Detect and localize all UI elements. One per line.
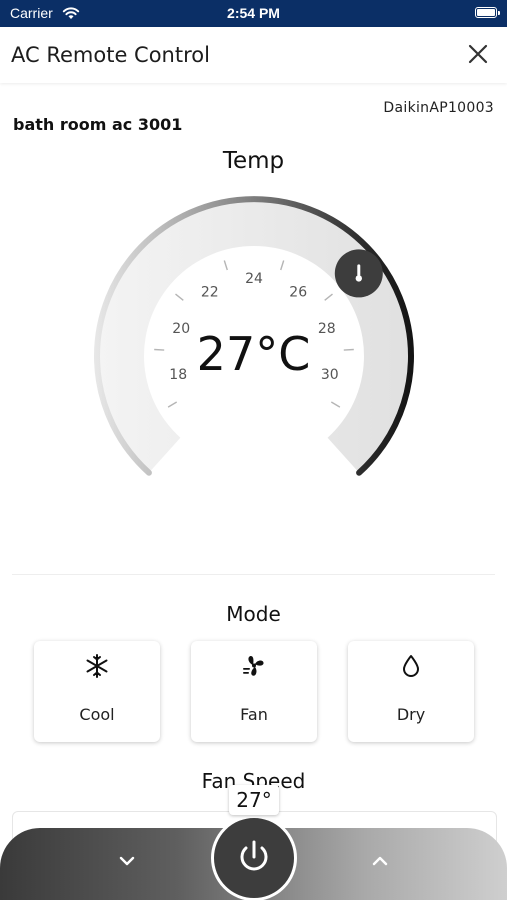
- dial-tick: [324, 293, 333, 301]
- snowflake-icon: [34, 653, 160, 679]
- dial-tick: [223, 260, 228, 271]
- temp-title: Temp: [222, 148, 285, 174]
- mode-cool-button[interactable]: Cool: [34, 641, 160, 742]
- fan-icon: [191, 653, 317, 679]
- mode-dry-button[interactable]: Dry: [348, 641, 474, 742]
- battery-icon: [475, 7, 497, 18]
- temperature-bubble: 27°: [229, 785, 279, 815]
- status-time: 2:54 PM: [227, 5, 280, 21]
- dial-tick: [167, 401, 178, 408]
- dial-knob[interactable]: [334, 249, 383, 298]
- power-icon: [240, 840, 268, 871]
- device-id: DaikinAP10003: [383, 100, 494, 116]
- close-icon[interactable]: [465, 41, 491, 67]
- room-name: bath room ac 3001: [13, 115, 183, 134]
- divider: [12, 574, 495, 575]
- dial-tick: [280, 260, 285, 271]
- page-title: AC Remote Control: [11, 43, 210, 67]
- tick-label: 24: [245, 271, 263, 287]
- mode-cool-label: Cool: [79, 705, 115, 724]
- tick-label: 22: [201, 285, 219, 301]
- mode-title: Mode: [226, 602, 281, 626]
- mode-fan-label: Fan: [240, 705, 268, 724]
- chevron-down-icon: [119, 856, 135, 866]
- tick-label: 26: [289, 285, 307, 301]
- nav-header: AC Remote Control: [0, 27, 507, 83]
- dial-tick: [330, 401, 341, 408]
- temperature-value: 27°C: [196, 327, 311, 381]
- water-drop-icon: [348, 653, 474, 679]
- temperature-down-button[interactable]: [112, 846, 142, 876]
- temperature-up-button[interactable]: [365, 846, 395, 876]
- chevron-up-icon: [372, 856, 388, 866]
- mode-fan-button[interactable]: Fan: [191, 641, 317, 742]
- power-button[interactable]: [211, 815, 297, 901]
- status-bar: Carrier 2:54 PM: [0, 0, 507, 27]
- dial-tick: [175, 293, 184, 301]
- mode-dry-label: Dry: [396, 705, 426, 724]
